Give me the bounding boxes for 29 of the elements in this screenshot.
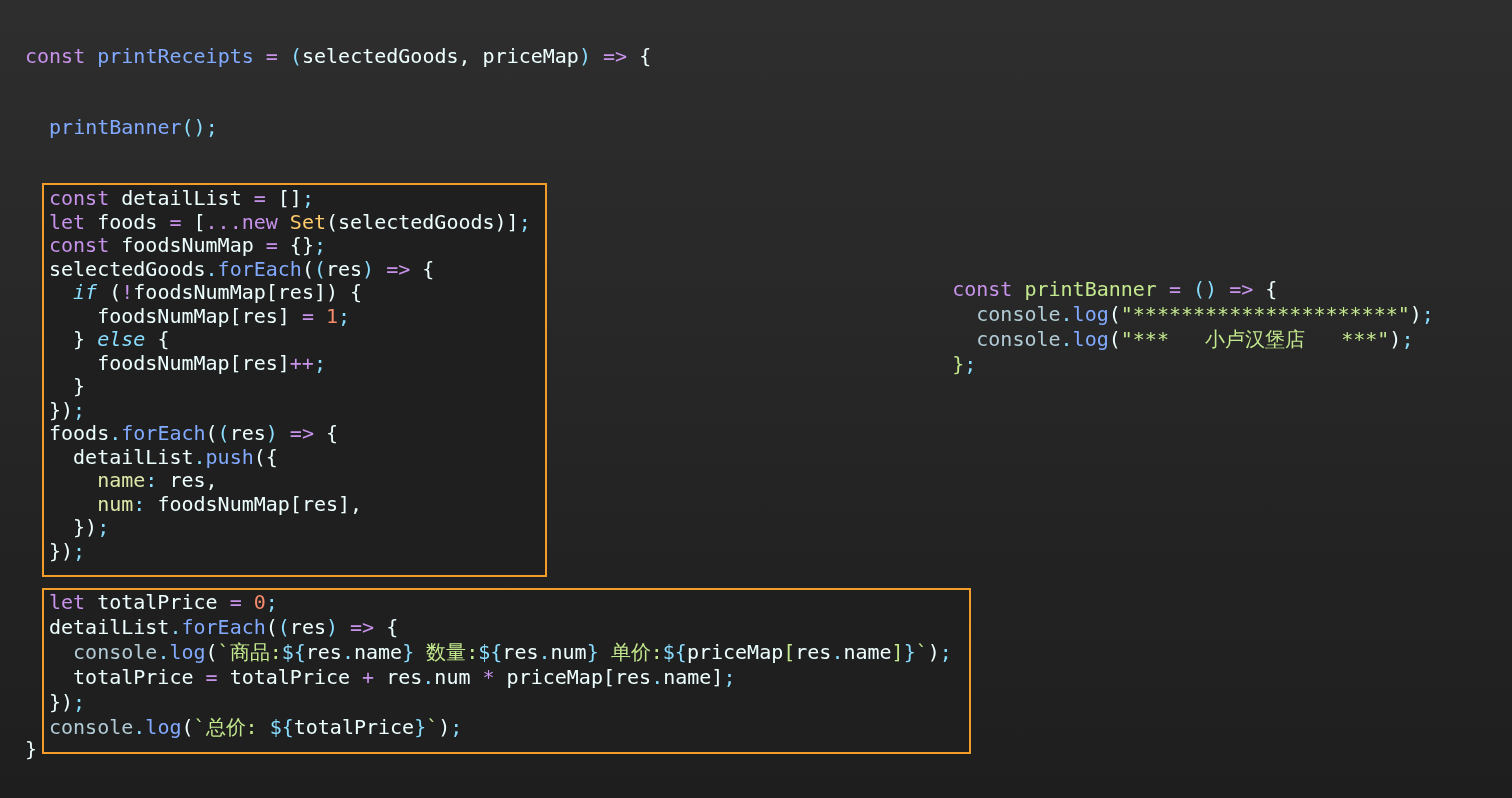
code-line: let totalPrice = 0; xyxy=(49,590,278,615)
code-line: const detailList = []; xyxy=(49,187,314,211)
code-line: if (!foodsNumMap[res]) { xyxy=(72,281,363,305)
code-line: } else { xyxy=(72,328,170,352)
code-line: detailList.push({ xyxy=(72,445,278,469)
code-line: }); xyxy=(49,398,86,422)
code-line: totalPrice = totalPrice + res.num * priceMap[res.name]; xyxy=(72,665,736,690)
code-line: }); xyxy=(72,516,110,540)
code-line: foodsNumMap[res] = 1; xyxy=(96,304,351,328)
code-line: detailList.forEach((res) => { xyxy=(49,615,399,640)
code-line: let foods = [...new Set(selectedGoods)]; xyxy=(49,210,531,234)
code-line: num: foodsNumMap[res], xyxy=(96,492,363,516)
code-line: }); xyxy=(49,539,86,563)
code-line: const foodsNumMap = {}; xyxy=(49,234,326,258)
code-line: } xyxy=(25,738,38,762)
code-line: console.log("*** 小卢汉堡店 ***"); xyxy=(975,327,1414,352)
code-line: name: res, xyxy=(96,469,218,493)
code-line: }; xyxy=(952,352,977,377)
code-line: printBanner(); xyxy=(48,115,218,139)
code-line: const printBanner = () => { xyxy=(952,277,1278,302)
code-line: foods.forEach((res) => { xyxy=(49,422,339,446)
code-line: foodsNumMap[res]++; xyxy=(96,351,326,375)
code-line: } xyxy=(72,375,86,399)
code-line: console.log("**********************"); xyxy=(975,302,1434,327)
code-line: selectedGoods.forEach((res) => { xyxy=(49,257,435,281)
code-line: const printReceipts = (selectedGoods, priceMap) => { xyxy=(25,45,652,69)
code-line: console.log(`总价: ${totalPrice}`); xyxy=(49,715,463,740)
code-line: console.log(`商品:${res.name} 数量:${res.num} 单价:${priceMap[res.name]}`); xyxy=(72,640,952,665)
code-line: }); xyxy=(49,690,86,715)
